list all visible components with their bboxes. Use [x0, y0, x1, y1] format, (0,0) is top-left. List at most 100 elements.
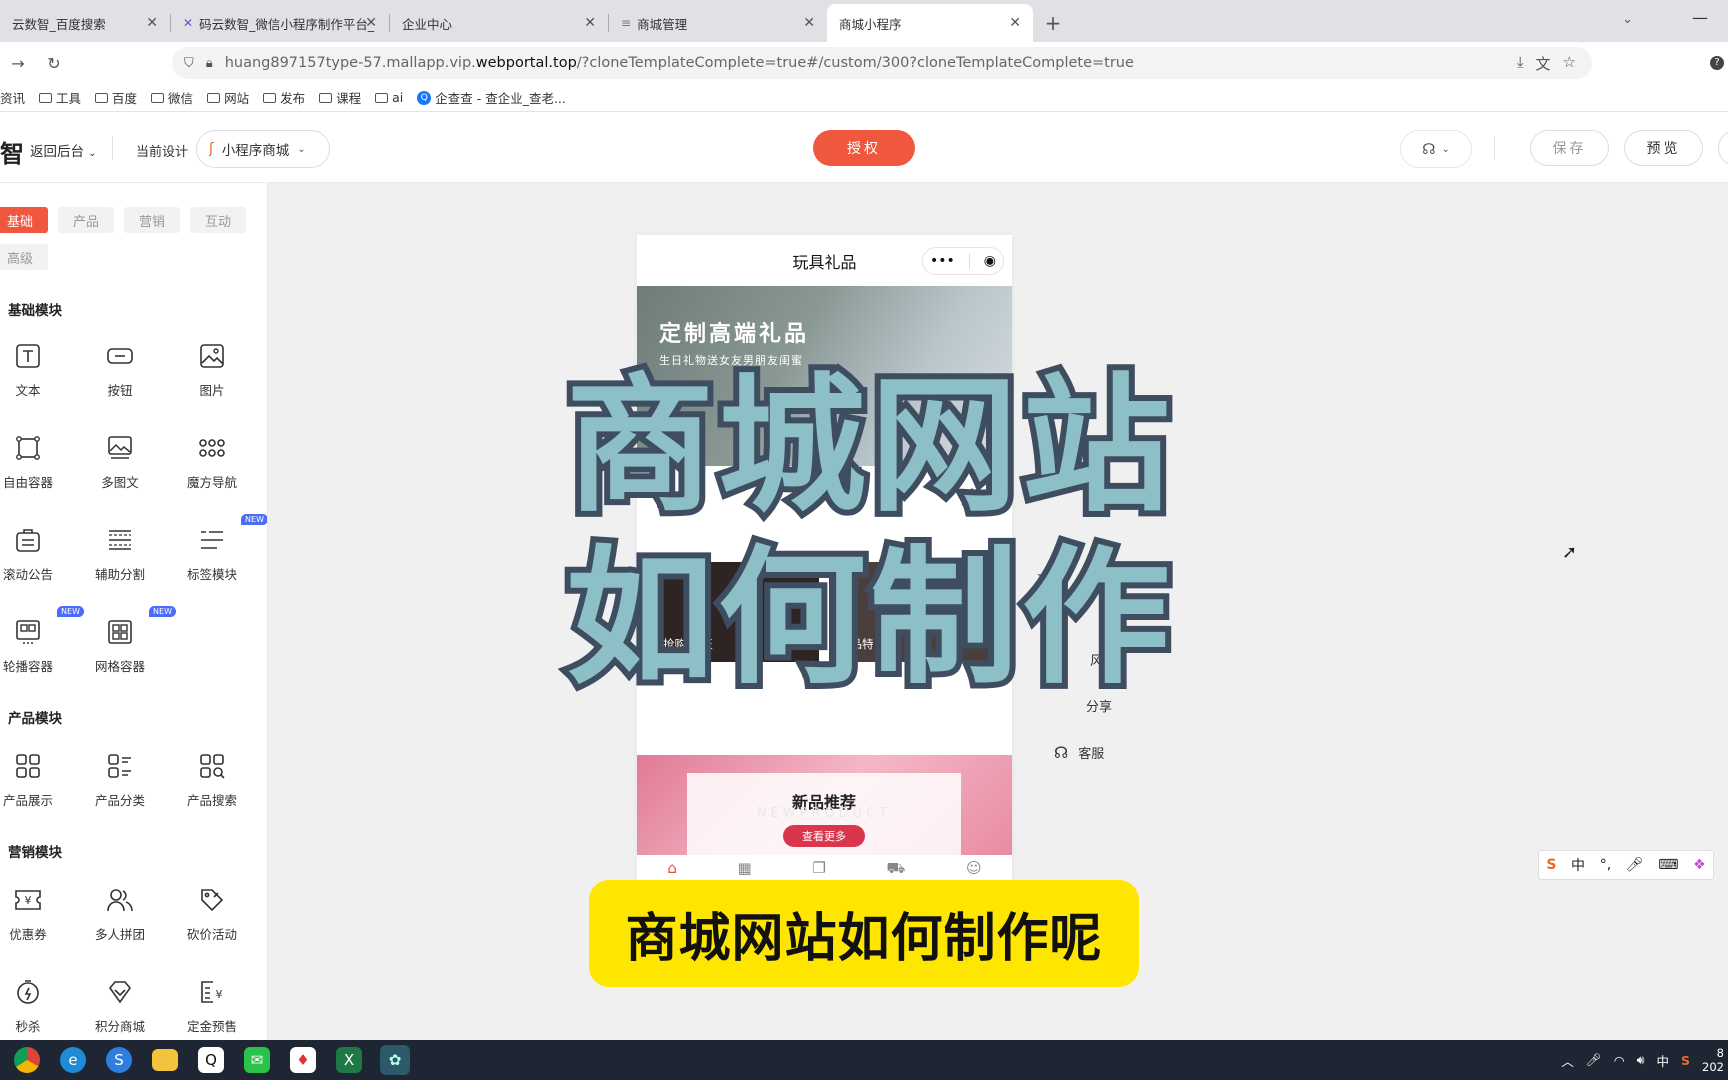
url-field[interactable]: ⛉ 🔒︎ huang897157type-57.mallapp.vip.webp… — [172, 47, 1592, 79]
minimize-icon[interactable]: — — [1692, 8, 1708, 27]
image-icon — [198, 342, 226, 370]
bookmark-baidu[interactable]: 百度 — [95, 88, 137, 107]
forward-icon[interactable]: → — [0, 54, 36, 73]
app-icon[interactable]: ♦ — [290, 1047, 316, 1073]
wechat-icon[interactable]: ✉ — [244, 1047, 270, 1073]
module-product-display[interactable]: 产品展示 — [0, 744, 70, 816]
user-icon[interactable]: ☺ — [966, 859, 982, 877]
file-explorer-icon[interactable] — [152, 1049, 178, 1071]
excel-icon[interactable]: X — [336, 1047, 362, 1073]
chrome-icon[interactable] — [14, 1047, 40, 1073]
bookmark-tools[interactable]: 工具 — [39, 88, 81, 107]
ime-language[interactable]: 中 — [1571, 855, 1585, 875]
browser-tab-mall-miniapp[interactable]: 商城小程序 ✕ — [827, 4, 1033, 42]
new-badge: NEW — [241, 514, 267, 525]
bookmark-course[interactable]: 课程 — [319, 88, 361, 107]
star-icon[interactable]: ☆ — [1563, 53, 1576, 74]
download-icon[interactable]: ⤓ — [1517, 53, 1524, 74]
svg-text:¥: ¥ — [25, 894, 32, 907]
chevron-up-icon[interactable]: ︿ — [1561, 1051, 1574, 1070]
module-button[interactable]: 按钮 — [78, 334, 162, 406]
view-more-button[interactable]: 查看更多 — [783, 825, 865, 847]
tab-product[interactable]: 产品 — [58, 207, 114, 233]
punctuation-icon[interactable]: °, — [1600, 857, 1611, 873]
bookmark-qichacha[interactable]: Q 企查查 - 查企业_查老... — [417, 88, 566, 107]
bookmark-publish[interactable]: 发布 — [263, 88, 305, 107]
module-scroll-notice[interactable]: 滚动公告 — [0, 518, 70, 590]
browser-tab-mall-admin[interactable]: ≡ 商城管理 ✕ — [609, 4, 827, 42]
sogou-browser-icon[interactable]: S — [106, 1047, 132, 1073]
sogou-icon[interactable]: S — [1546, 857, 1556, 873]
module-product-category[interactable]: 产品分类 — [78, 744, 162, 816]
module-tag[interactable]: NEW 标签模块 — [170, 514, 267, 590]
more-button[interactable] — [1718, 130, 1728, 166]
tab-marketing[interactable]: 营销 — [124, 207, 180, 233]
module-free-container[interactable]: 自由容器 — [0, 426, 70, 498]
edge-icon[interactable]: e — [60, 1047, 86, 1073]
bookmark-ai[interactable]: ai — [375, 90, 403, 105]
reload-icon[interactable]: ↻ — [36, 54, 72, 73]
mini-program-select[interactable]: ʃ 小程序商城 ⌄ — [196, 130, 330, 168]
browser-tab-baidu[interactable]: 云数智_百度搜索 ✕ — [0, 4, 170, 42]
microphone-icon[interactable]: 🎤︎ — [1586, 1052, 1602, 1068]
module-cube-nav[interactable]: 魔方导航 — [170, 426, 254, 498]
gift-icon[interactable]: ❐ — [812, 859, 825, 877]
module-deposit-presale[interactable]: ¥ 定金预售 — [170, 970, 254, 1040]
authorize-button[interactable]: 授权 — [813, 130, 915, 166]
new-tab-icon[interactable]: + — [1033, 4, 1073, 42]
new-product-box: 新品推荐 NEWPRODUCT 查看更多 — [687, 773, 961, 855]
back-to-admin-button[interactable]: 返回后台 ⌄ — [30, 140, 97, 160]
bookmark-wechat[interactable]: 微信 — [151, 88, 193, 107]
sogou-tray-icon[interactable]: S — [1681, 1053, 1690, 1068]
qq-icon[interactable]: Q — [198, 1047, 224, 1073]
wifi-icon[interactable]: ◠ — [1614, 1053, 1625, 1068]
volume-icon[interactable]: 🔊︎ — [1637, 1052, 1645, 1068]
tab-advanced[interactable]: 高级 — [0, 244, 48, 270]
module-bargain[interactable]: 砍价活动 — [170, 878, 254, 950]
module-image[interactable]: 图片 — [170, 334, 254, 406]
clock[interactable]: 8 202 — [1702, 1046, 1724, 1074]
module-grid-container[interactable]: NEW 网格容器 — [78, 606, 176, 682]
more-dots-icon[interactable]: ••• — [930, 253, 955, 269]
skin-icon[interactable]: ❖ — [1693, 857, 1706, 873]
service-tool[interactable]: ☊ 客服 — [1054, 743, 1104, 762]
module-flash-sale[interactable]: 秒杀 — [0, 970, 70, 1040]
flower-app-icon[interactable]: ✿ — [380, 1045, 410, 1075]
bookmark-news[interactable]: 资讯 — [0, 88, 25, 107]
preview-button[interactable]: 预览 — [1624, 130, 1703, 166]
close-icon[interactable]: ✕ — [584, 15, 596, 31]
keyboard-icon[interactable]: ⌨ — [1658, 857, 1678, 873]
target-icon[interactable]: ◉ — [984, 253, 996, 269]
module-carousel-container[interactable]: NEW 轮播容器 — [0, 606, 84, 682]
close-icon[interactable]: ✕ — [1009, 15, 1021, 31]
close-icon[interactable]: ✕ — [803, 15, 815, 31]
module-group-buy[interactable]: 多人拼团 — [78, 878, 162, 950]
banner-title: 定制高端礼品 — [659, 322, 810, 347]
help-icon[interactable]: ? — [1710, 56, 1724, 70]
home-icon[interactable]: ⌂ — [667, 859, 677, 877]
module-divider[interactable]: 辅助分割 — [78, 518, 162, 590]
microphone-icon[interactable]: 🎤︎ — [1626, 857, 1644, 873]
close-icon[interactable]: ✕ — [365, 15, 377, 31]
close-icon[interactable]: ✕ — [146, 15, 158, 31]
browser-tab-enterprise[interactable]: 企业中心 ✕ — [390, 4, 608, 42]
module-points-mall[interactable]: 积分商城 — [78, 970, 162, 1040]
save-button[interactable]: 保存 — [1530, 130, 1609, 166]
module-multi-image-text[interactable]: 多图文 — [78, 426, 162, 498]
support-dropdown[interactable]: ☊ ⌄ — [1400, 130, 1472, 168]
tab-basic[interactable]: 基础 — [0, 207, 48, 233]
tray-ime-language[interactable]: 中 — [1657, 1051, 1670, 1070]
chevron-down-icon[interactable]: ⌄ — [1622, 12, 1633, 27]
browser-tab-mayun[interactable]: ✕ 码云数智_微信小程序制作平台_ ✕ — [171, 4, 389, 42]
category-icon[interactable]: ▦ — [738, 859, 752, 877]
cart-icon[interactable]: ⛟ — [886, 859, 905, 879]
bookmark-website[interactable]: 网站 — [207, 88, 249, 107]
module-coupon[interactable]: ¥ 优惠券 — [0, 878, 70, 950]
module-text[interactable]: 文本 — [0, 334, 70, 406]
translate-icon[interactable]: 文 — [1536, 53, 1551, 74]
button-icon — [106, 342, 134, 370]
miniapp-capsule[interactable]: ••• ◉ — [922, 247, 1004, 275]
group-users-icon — [106, 886, 134, 914]
tab-interaction[interactable]: 互动 — [190, 207, 246, 233]
module-product-search[interactable]: 产品搜索 — [170, 744, 254, 816]
